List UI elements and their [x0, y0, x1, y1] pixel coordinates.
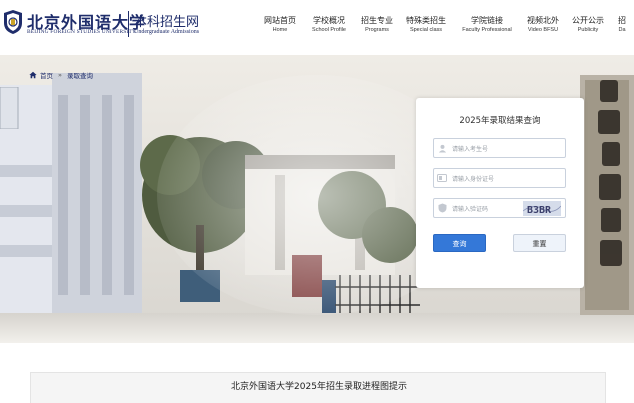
reset-button[interactable]: 重置	[513, 234, 566, 252]
nav-label-en: Special class	[409, 27, 443, 33]
nav-label-cn: 特殊类招生	[406, 16, 446, 25]
captcha-image[interactable]: B3BR	[523, 201, 561, 216]
exam-number-input[interactable]: 请输入考生号	[433, 138, 566, 158]
nav-label-en: Da	[618, 27, 626, 33]
query-button[interactable]: 查询	[433, 234, 486, 252]
site-header: 北京外国语大学 BEIJING FOREIGN STUDIES UNIVERSI…	[0, 0, 634, 55]
admission-query-panel: 2025年录取结果查询 请输入考生号 请输入身份证号 请输入验证码 B3BR 查…	[416, 98, 584, 288]
nav-item-programs[interactable]: 招生专业 Programs	[356, 16, 398, 42]
nav-label-en: Video BFSU	[527, 27, 559, 33]
captcha-input[interactable]: 请输入验证码 B3BR	[433, 198, 566, 218]
id-card-icon	[434, 169, 450, 187]
breadcrumb-home[interactable]: 首页	[40, 70, 53, 80]
university-seal-icon[interactable]	[2, 9, 24, 35]
breadcrumb-current: 录取查询	[66, 72, 93, 80]
nav-label-en: Programs	[365, 27, 389, 33]
home-icon[interactable]	[29, 71, 37, 79]
nav-label-en: Faculty Professional	[462, 27, 512, 33]
logo-divider	[128, 11, 129, 37]
nav-label-en: School Profile	[312, 27, 346, 33]
nav-item-school-profile[interactable]: 学校概况 School Profile	[302, 16, 356, 42]
university-name-en[interactable]: BEIJING FOREIGN STUDIES UNIVERSITY	[27, 29, 136, 35]
notice-title: 北京外国语大学2025年招生录取进程图提示	[231, 382, 407, 392]
nav-item-special-class[interactable]: 特殊类招生 Special class	[398, 16, 454, 42]
nav-item-video[interactable]: 视频北外 Video BFSU	[520, 16, 566, 42]
nav-label-cn: 招生专业	[361, 16, 393, 25]
nav-label-cn: 视频北外	[527, 16, 559, 25]
calligraphy-logo	[598, 80, 622, 266]
shield-check-icon	[434, 199, 450, 217]
nav-item-faculty[interactable]: 学院链接 Faculty Professional	[454, 16, 520, 42]
door-plaque	[0, 87, 19, 129]
id-number-placeholder: 请输入身份证号	[452, 175, 495, 183]
id-number-input[interactable]: 请输入身份证号	[433, 168, 566, 188]
admission-progress-notice: 北京外国语大学2025年招生录取进程图提示	[30, 372, 606, 403]
captcha-placeholder: 请输入验证码	[452, 205, 489, 213]
user-icon	[434, 139, 450, 157]
nav-item-home[interactable]: 网站首页 Home	[258, 16, 302, 42]
site-subtitle: Undergraduate Admissions	[134, 29, 200, 35]
captcha-text: B3BR	[527, 205, 552, 216]
breadcrumb: 首页 » 录取查询	[29, 70, 93, 80]
nav-label-en: Publicity	[577, 27, 599, 33]
nav-label-cn: 招	[618, 16, 626, 25]
nav-label-cn: 学院链接	[471, 16, 503, 25]
site-title[interactable]: 本科招生网	[134, 11, 199, 30]
exam-number-placeholder: 请输入考生号	[452, 145, 489, 153]
main-nav: 网站首页 Home 学校概况 School Profile 招生专业 Progr…	[258, 16, 634, 42]
nav-label-cn: 学校概况	[313, 16, 345, 25]
nav-item-more[interactable]: 招 Da	[610, 16, 634, 42]
nav-item-publicity[interactable]: 公开公示 Publicity	[566, 16, 610, 42]
breadcrumb-separator: »	[58, 71, 62, 79]
panel-title: 2025年录取结果查询	[459, 116, 541, 126]
nav-label-cn: 网站首页	[264, 16, 296, 25]
nav-label-cn: 公开公示	[572, 16, 604, 25]
nav-label-en: Home	[272, 27, 288, 33]
